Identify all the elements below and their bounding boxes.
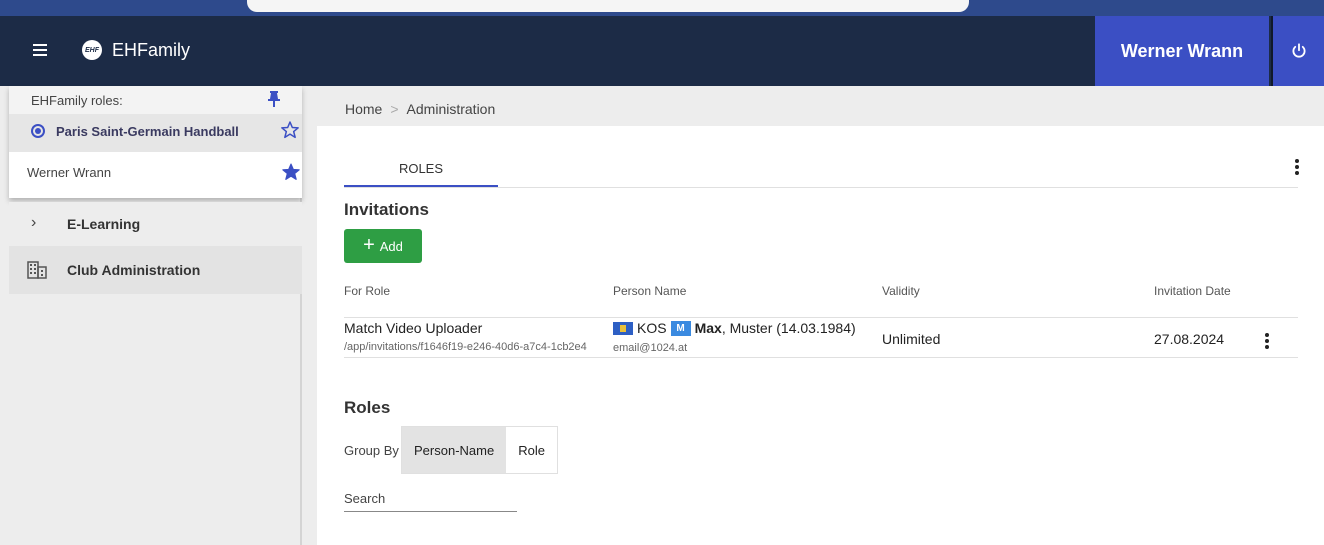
column-header-role[interactable]: For Role	[344, 284, 390, 298]
main-content-card: ROLES Invitations + Add For Role Person …	[317, 126, 1324, 545]
plus-icon: +	[363, 234, 375, 256]
table-row-divider	[344, 357, 1298, 358]
person-rest-name: , Muster (14.03.1984)	[721, 320, 856, 336]
add-button-label: Add	[379, 238, 403, 254]
menu-icon[interactable]	[33, 44, 47, 56]
cell-person: KOS M Max, Muster (14.03.1984)	[613, 320, 856, 336]
sidebar-item-club-administration[interactable]: Club Administration	[9, 246, 302, 294]
table-row-divider	[344, 317, 1298, 318]
country-code: KOS	[637, 320, 667, 336]
group-by-toggle: Person-Name Role	[401, 426, 558, 474]
roles-label: EHFamily roles:	[31, 93, 123, 108]
tab-roles[interactable]: ROLES	[344, 148, 498, 188]
row-more-vert-icon[interactable]	[1259, 331, 1275, 351]
group-by-label: Group By	[344, 443, 399, 458]
add-invitation-button[interactable]: + Add	[344, 229, 422, 263]
column-header-person[interactable]: Person Name	[613, 284, 686, 298]
column-header-validity[interactable]: Validity	[882, 284, 920, 298]
pin-icon[interactable]	[267, 90, 281, 108]
person-first-name: Max	[694, 320, 722, 336]
logout-button[interactable]	[1273, 16, 1324, 86]
role-option-user[interactable]: Werner Wrann	[9, 152, 302, 198]
sidebar-item-label: Club Administration	[67, 262, 201, 278]
sidebar-item-label: E-Learning	[67, 216, 141, 232]
browser-top-strip	[0, 0, 1324, 16]
cell-validity: Unlimited	[882, 331, 941, 347]
ehf-logo-icon: EHF	[82, 40, 102, 60]
cell-role: Match Video Uploader	[344, 320, 483, 336]
star-filled-icon[interactable]	[281, 162, 301, 182]
power-icon	[1292, 43, 1305, 58]
group-by-person-name[interactable]: Person-Name	[402, 427, 507, 473]
role-option-label: Paris Saint-Germain Handball	[56, 124, 239, 139]
cell-invitation-date: 27.08.2024	[1154, 331, 1225, 347]
breadcrumb-home[interactable]: Home	[345, 101, 382, 117]
building-icon	[27, 261, 47, 279]
search-input[interactable]	[344, 486, 517, 512]
breadcrumb-current: Administration	[406, 101, 496, 117]
chevron-right-icon: ›	[31, 214, 37, 231]
column-header-date[interactable]: Invitation Date	[1154, 284, 1231, 298]
roles-card: EHFamily roles: Paris Saint-Germain Hand…	[9, 86, 302, 198]
gender-badge: M	[670, 320, 691, 336]
tab-divider	[344, 187, 1298, 188]
browser-url-bar[interactable]	[247, 0, 969, 12]
app-header: EHF EHFamily Werner Wrann	[0, 16, 1324, 86]
star-outline-icon[interactable]	[280, 120, 300, 140]
app-title: EHFamily	[112, 40, 191, 60]
radio-selected-icon[interactable]	[31, 124, 45, 138]
sidebar: EHFamily roles: Paris Saint-Germain Hand…	[0, 86, 302, 545]
cell-invitation-url[interactable]: /app/invitations/f1646f19-e246-40d6-a7c4…	[344, 341, 614, 353]
sidebar-item-e-learning[interactable]: › E-Learning	[9, 202, 302, 246]
breadcrumb-separator: >	[390, 101, 399, 117]
kosovo-flag-icon	[613, 321, 633, 335]
roles-heading: Roles	[344, 398, 391, 417]
breadcrumb: Home > Administration	[345, 101, 495, 117]
invitations-heading: Invitations	[344, 200, 430, 219]
role-option-psg[interactable]: Paris Saint-Germain Handball	[9, 114, 302, 152]
user-name-button[interactable]: Werner Wrann	[1095, 16, 1269, 86]
roles-header: EHFamily roles:	[9, 86, 302, 114]
role-option-label: Werner Wrann	[27, 165, 112, 180]
group-by-role[interactable]: Role	[506, 427, 557, 473]
more-vert-icon[interactable]	[1289, 157, 1305, 177]
cell-email: email@1024.at	[613, 342, 688, 354]
